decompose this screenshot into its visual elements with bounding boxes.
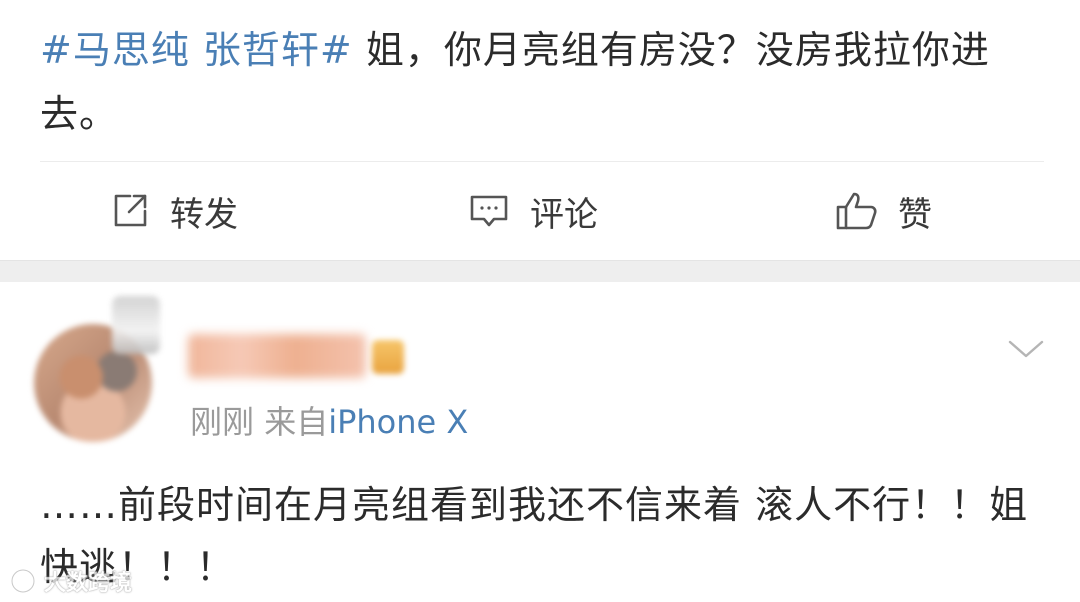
comment-text: ……前段时间在月亮组看到我还不信来着 滚人不行！！姐快逃！！！ — [40, 483, 1029, 589]
source-prefix: 来自 — [264, 403, 329, 441]
post-text: #马思纯 张哲轩# 姐，你月亮组有房没？没房我拉你进去。 — [40, 18, 1040, 146]
comment-button[interactable]: 评论 — [468, 168, 598, 254]
vip-badge-icon — [372, 340, 404, 374]
chevron-down-icon[interactable] — [1006, 334, 1046, 364]
username-blurred[interactable] — [188, 334, 366, 378]
weibo-post: #马思纯 张哲轩# 姐，你月亮组有房没？没房我拉你进去。 转发 评论 赞 — [0, 0, 1080, 262]
comment-card: 刚刚 来自iPhone X ……前段时间在月亮组看到我还不信来着 滚人不行！！姐… — [0, 282, 1080, 602]
comment-label: 评论 — [530, 194, 598, 235]
thumbs-up-icon — [834, 190, 878, 232]
comment-meta: 刚刚 来自iPhone X — [190, 400, 468, 444]
section-separator — [0, 260, 1080, 282]
repost-label: 转发 — [170, 194, 238, 235]
post-action-bar: 转发 评论 赞 — [0, 168, 1080, 254]
watermark-text: 大数跨境 — [44, 571, 133, 596]
avatar-badge-icon — [112, 296, 160, 354]
watermark: 大数跨境 — [8, 564, 132, 598]
like-button[interactable]: 赞 — [834, 168, 932, 254]
watermark-logo-icon — [10, 568, 36, 594]
comment-time: 刚刚 — [190, 403, 255, 441]
like-label: 赞 — [898, 194, 932, 235]
post-hashtag-link[interactable]: #马思纯 张哲轩# — [40, 28, 353, 72]
share-square-icon — [110, 191, 150, 231]
source-link[interactable]: iPhone X — [328, 403, 468, 441]
comment-bubble-icon — [468, 191, 510, 231]
divider — [40, 161, 1044, 162]
repost-button[interactable]: 转发 — [110, 168, 238, 254]
